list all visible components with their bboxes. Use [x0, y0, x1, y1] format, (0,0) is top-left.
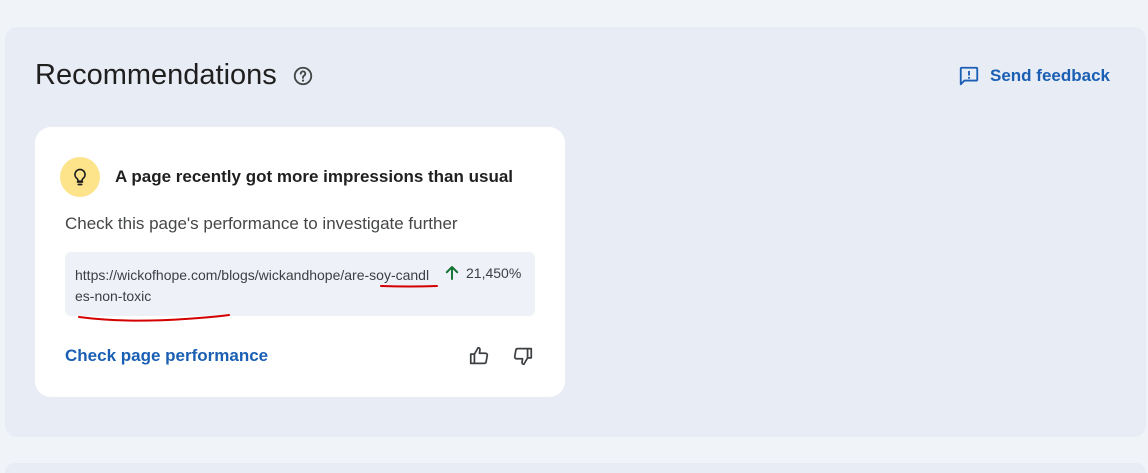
thumbs-down-icon[interactable]: [511, 344, 535, 368]
arrow-up-icon: [443, 264, 461, 282]
recommendations-panel: Recommendations Send feedback A page rec…: [5, 27, 1146, 437]
check-page-performance-link[interactable]: Check page performance: [65, 346, 268, 366]
recommendation-card: A page recently got more impressions tha…: [35, 127, 565, 397]
feedback-icon: [958, 65, 980, 87]
card-subtitle: Check this page's performance to investi…: [65, 214, 458, 233]
change-value: 21,450%: [466, 265, 522, 281]
card-header: A page recently got more impressions tha…: [60, 157, 513, 197]
next-panel-edge: [5, 463, 1146, 473]
thumbs-up-icon[interactable]: [467, 344, 491, 368]
page-url-box: https://wickofhope.com/blogs/wickandhope…: [65, 252, 535, 316]
page-url: https://wickofhope.com/blogs/wickandhope…: [75, 267, 430, 304]
help-circle-icon[interactable]: [292, 65, 314, 87]
send-feedback-label: Send feedback: [990, 66, 1110, 85]
impressions-change: 21,450%: [443, 264, 521, 282]
panel-header: Recommendations: [35, 59, 314, 92]
send-feedback-button[interactable]: Send feedback: [958, 65, 1110, 87]
lightbulb-icon: [60, 157, 100, 197]
page-title: Recommendations: [35, 59, 277, 91]
card-title: A page recently got more impressions tha…: [115, 167, 514, 186]
